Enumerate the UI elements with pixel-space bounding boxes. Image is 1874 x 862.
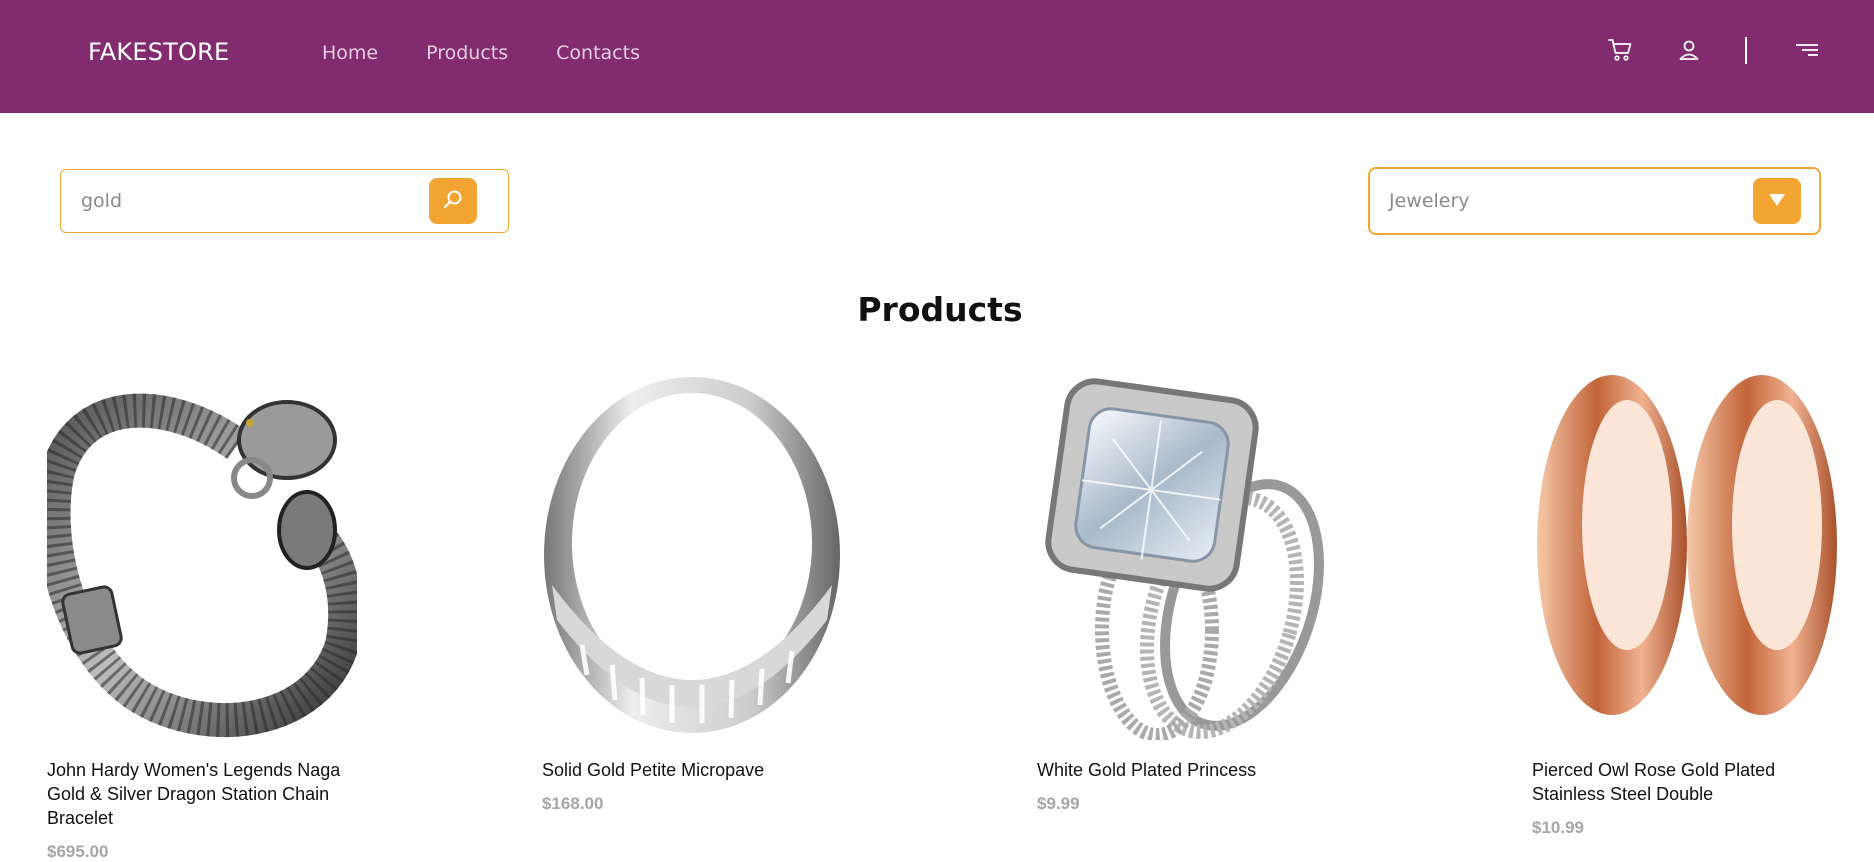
product-title[interactable]: John Hardy Women's Legends Naga Gold & S… bbox=[47, 758, 357, 830]
product-title[interactable]: Solid Gold Petite Micropave bbox=[542, 758, 852, 782]
search-icon bbox=[441, 187, 465, 215]
caret-down-icon bbox=[1768, 192, 1786, 211]
user-icon[interactable] bbox=[1676, 37, 1702, 63]
nav-products-link[interactable]: Products bbox=[426, 42, 508, 64]
product-card[interactable]: Solid Gold Petite Micropave $168.00 bbox=[542, 375, 852, 814]
site-header: FAKESTORE Home Products Contacts bbox=[0, 0, 1874, 113]
menu-icon[interactable] bbox=[1793, 37, 1821, 63]
product-card[interactable]: White Gold Plated Princess $9.99 bbox=[1037, 375, 1347, 814]
search-input[interactable] bbox=[79, 184, 399, 218]
category-select-value: Jewelery bbox=[1389, 190, 1470, 212]
product-card[interactable]: John Hardy Women's Legends Naga Gold & S… bbox=[47, 375, 357, 862]
product-title[interactable]: White Gold Plated Princess bbox=[1037, 758, 1347, 782]
search-button[interactable] bbox=[429, 178, 477, 224]
product-price: $695.00 bbox=[47, 842, 109, 861]
header-divider bbox=[1745, 37, 1747, 64]
product-image-diamond-ring-set[interactable] bbox=[1037, 375, 1347, 740]
product-price: $9.99 bbox=[1037, 794, 1080, 813]
product-card[interactable]: Pierced Owl Rose Gold Plated Stainless S… bbox=[1532, 375, 1842, 838]
main-nav: Home Products Contacts bbox=[322, 42, 640, 64]
cart-icon[interactable] bbox=[1607, 37, 1633, 63]
product-title[interactable]: Pierced Owl Rose Gold Plated Stainless S… bbox=[1532, 758, 1842, 806]
products-heading: Products bbox=[857, 290, 1023, 329]
product-price: $10.99 bbox=[1532, 818, 1584, 837]
nav-contacts-link[interactable]: Contacts bbox=[556, 42, 640, 64]
search-box bbox=[60, 169, 509, 233]
brand-logo[interactable]: FAKESTORE bbox=[88, 38, 229, 66]
dropdown-toggle-button[interactable] bbox=[1753, 178, 1801, 224]
product-price: $168.00 bbox=[542, 794, 604, 813]
category-select[interactable]: Jewelery bbox=[1368, 167, 1821, 235]
product-image-silver-band-ring[interactable] bbox=[542, 375, 852, 740]
product-image-rose-gold-tunnels[interactable] bbox=[1532, 375, 1842, 740]
nav-home-link[interactable]: Home bbox=[322, 42, 378, 64]
product-image-dragon-bracelet[interactable] bbox=[47, 375, 357, 740]
